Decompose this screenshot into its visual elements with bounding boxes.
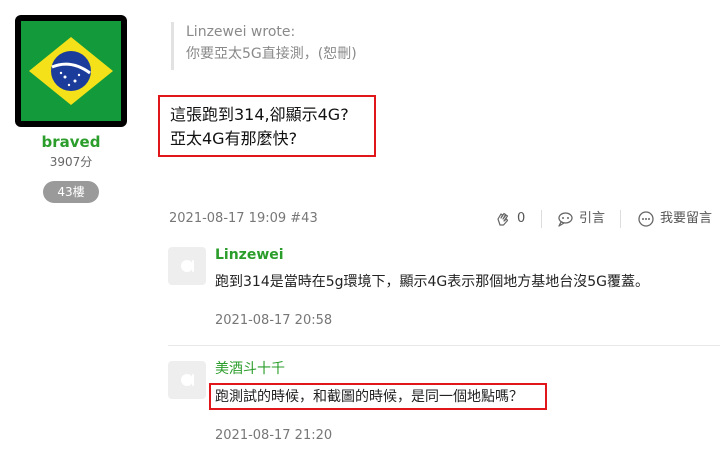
quote-author: Linzewei wrote:: [186, 24, 296, 40]
post-line-1: 這張跑到314,卻顯示4G?: [170, 105, 349, 124]
clap-icon: [497, 212, 509, 226]
comment-time: 2021-08-17 21:20: [215, 428, 333, 443]
floor-badge[interactable]: 43樓: [43, 181, 99, 203]
comment-text: 跑到314是當時在5g環境下，顯示4G表示那個地方基地台沒5G覆蓋。: [215, 274, 650, 290]
comment-avatar[interactable]: [168, 361, 206, 399]
post-timestamp: 2021-08-17 19:09 #43: [169, 211, 318, 226]
comment-divider: [168, 345, 720, 346]
divider: [541, 210, 542, 228]
comment-label: 我要留言: [660, 211, 713, 226]
comment-author[interactable]: 美酒斗十千: [215, 360, 285, 378]
user-points: 3907分: [49, 155, 93, 169]
quote-block: Linzewei wrote: 你要亞太5G直接測，(恕刪): [171, 22, 471, 70]
like-button[interactable]: 0: [494, 209, 525, 229]
username[interactable]: braved: [15, 133, 127, 151]
quote-button[interactable]: 引言: [556, 209, 605, 229]
quote-text: 你要亞太5G直接測，(恕刪): [186, 46, 357, 62]
quote-icon: [558, 212, 573, 227]
default-avatar-icon: [181, 260, 194, 272]
reply-button[interactable]: 我要留言: [637, 209, 712, 229]
avatar[interactable]: [15, 15, 127, 127]
quote-label: 引言: [579, 211, 606, 226]
comment-text: 跑測試的時候，和截圖的時候，是同一個地點嗎？: [215, 389, 523, 405]
comment-avatar[interactable]: [168, 247, 206, 285]
comment-author[interactable]: Linzewei: [215, 246, 284, 264]
comment-icon: [638, 211, 654, 227]
comment-highlight: 跑測試的時候，和截圖的時候，是同一個地點嗎？: [209, 383, 547, 410]
default-avatar-icon: [181, 374, 194, 386]
post-line-2: 亞太4G有那麼快?: [170, 129, 298, 148]
divider: [620, 210, 621, 228]
post-content-highlight: 這張跑到314,卻顯示4G? 亞太4G有那麼快?: [158, 95, 376, 157]
comment-time: 2021-08-17 20:58: [215, 313, 333, 328]
like-count: 0: [517, 211, 526, 226]
brazil-flag-icon: [21, 21, 121, 121]
